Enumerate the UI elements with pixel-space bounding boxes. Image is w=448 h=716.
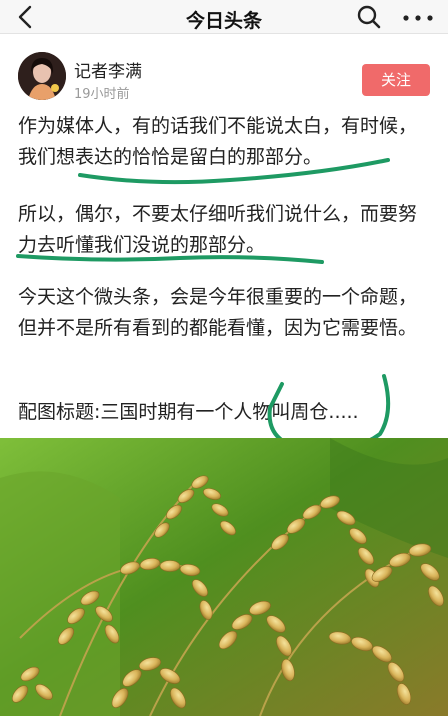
paragraph-1: 作为媒体人，有的话我们不能说太白，有时候，我们想表达的恰恰是留白的那部分。 (18, 115, 418, 168)
more-dots-icon[interactable] (398, 4, 438, 30)
paragraph-4: 配图标题:三国时期有一个人物叫周仓..... (18, 401, 359, 423)
follow-button[interactable]: 关注 (362, 64, 430, 96)
rice-photo (0, 438, 448, 716)
paragraph-2: 所以，偶尔，不要太仔细听我们说什么，而要努力去听懂我们没说的那部分。 (18, 203, 418, 256)
post-time: 19小时前 (74, 87, 130, 102)
paragraph-3: 今天这个微头条，会是今年很重要的一个命题，但并不是所有看到的都能看懂，因为它需要… (18, 286, 418, 339)
top-nav-bar: 今日头条 (0, 0, 448, 34)
author-name[interactable]: 记者李满 (74, 57, 142, 82)
avatar[interactable] (18, 52, 66, 100)
search-icon[interactable] (356, 4, 382, 30)
